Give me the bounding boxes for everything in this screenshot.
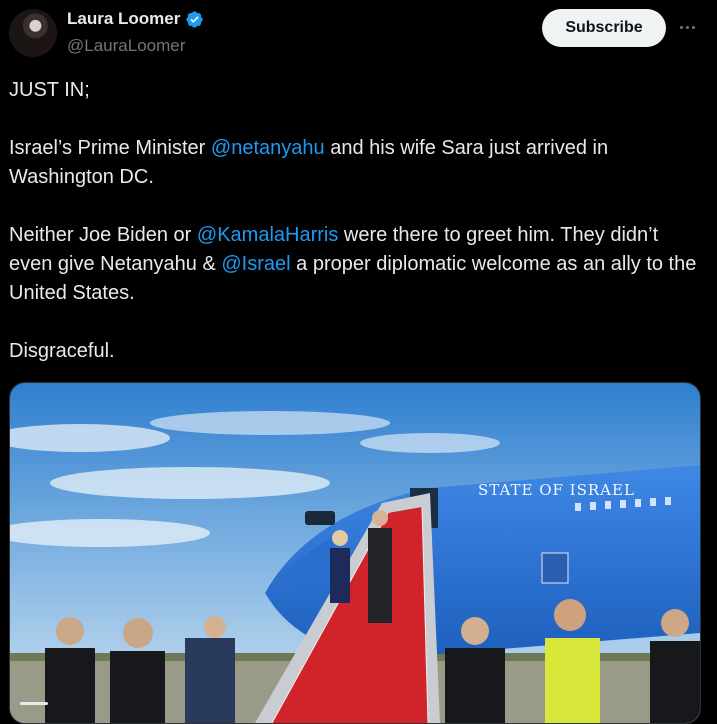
- video-frame: STATE OF ISRAEL: [10, 383, 700, 723]
- plane-lettering: STATE OF ISRAEL: [478, 481, 635, 499]
- video-player[interactable]: STATE OF ISRAEL: [9, 382, 701, 724]
- tweet-paragraph: Israel’s Prime Minister @netanyahu and h…: [9, 134, 704, 192]
- author-name-row[interactable]: Laura Loomer: [67, 9, 204, 29]
- tweet-header: Laura Loomer @LauraLoomer Subscribe: [0, 0, 717, 70]
- text-segment: Israel’s Prime Minister: [9, 137, 211, 159]
- tweet-paragraph: Neither Joe Biden or @KamalaHarris were …: [9, 221, 704, 308]
- mention-link[interactable]: @Israel: [221, 253, 290, 275]
- author-handle[interactable]: @LauraLoomer: [67, 36, 185, 56]
- mention-link[interactable]: @netanyahu: [211, 137, 325, 159]
- verified-badge-icon: [186, 10, 203, 28]
- tweet-text: JUST IN; Israel’s Prime Minister @netany…: [9, 76, 704, 366]
- tweet-line: Disgraceful.: [9, 340, 115, 362]
- author-name[interactable]: Laura Loomer: [67, 9, 180, 29]
- tweet-line: JUST IN;: [9, 79, 90, 101]
- text-segment: Neither Joe Biden or: [9, 224, 197, 246]
- avatar[interactable]: [9, 9, 57, 57]
- mention-link[interactable]: @KamalaHarris: [197, 224, 338, 246]
- more-horizontal-icon[interactable]: [675, 15, 699, 39]
- subscribe-button[interactable]: Subscribe: [542, 9, 666, 47]
- video-progress-bar[interactable]: [20, 702, 48, 705]
